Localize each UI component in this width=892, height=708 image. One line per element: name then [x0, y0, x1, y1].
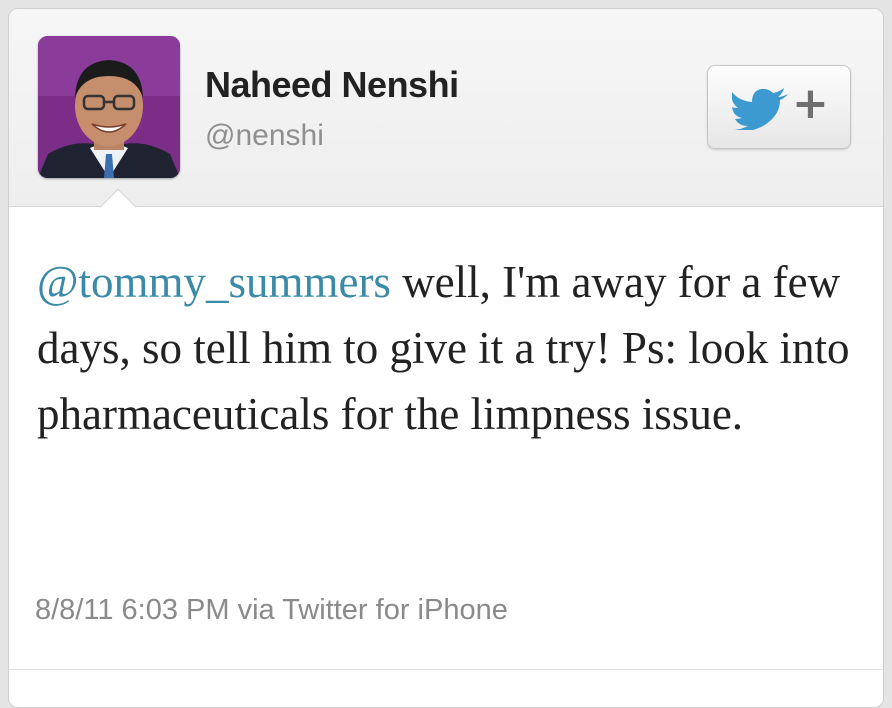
author-avatar[interactable]: [38, 36, 180, 178]
mention-link[interactable]: @tommy_summers: [37, 257, 391, 307]
twitter-bird-icon: [732, 88, 788, 130]
tweet-header: Naheed Nenshi @nenshi +: [9, 9, 883, 207]
avatar-portrait-icon: [38, 36, 180, 178]
tweet-text: @tommy_summers well, I'm away for a few …: [37, 249, 857, 447]
author-name[interactable]: Naheed Nenshi: [205, 64, 459, 106]
tweet-timestamp[interactable]: 8/8/11 6:03 PM via Twitter for iPhone: [35, 594, 508, 627]
follow-plus: +: [792, 78, 829, 129]
divider: [9, 669, 883, 670]
tweet-card: Naheed Nenshi @nenshi + @tommy_summers w…: [8, 8, 884, 708]
follow-button[interactable]: +: [707, 65, 851, 149]
author-handle[interactable]: @nenshi: [205, 119, 324, 153]
